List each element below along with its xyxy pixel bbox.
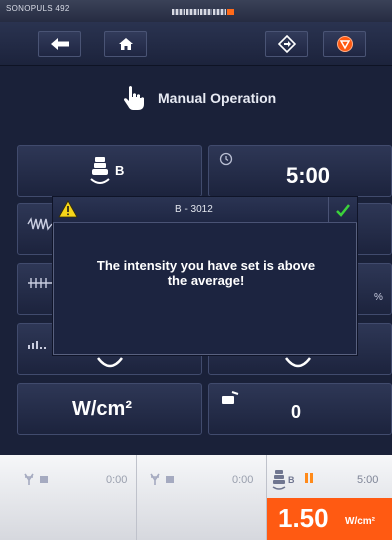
channel-3-time: 5:00 bbox=[357, 474, 379, 486]
dialog-message-line1: The intensity you have set is above bbox=[96, 258, 316, 273]
ultrasound-head-icon bbox=[272, 470, 286, 490]
channel-2-time: 0:00 bbox=[232, 474, 254, 486]
back-arrow-icon bbox=[50, 38, 69, 50]
dialog-message-line2: the average! bbox=[167, 273, 245, 288]
channel-1-time: 0:00 bbox=[106, 474, 128, 486]
page-title: Manual Operation bbox=[158, 90, 277, 106]
hand-pointer-icon bbox=[124, 86, 144, 110]
intensity-value: 1.50 bbox=[278, 503, 329, 533]
navigate-button[interactable] bbox=[265, 31, 308, 57]
stop-icon bbox=[336, 36, 353, 52]
home-button[interactable] bbox=[104, 31, 147, 57]
waveform-icon bbox=[27, 217, 53, 231]
ultrasound-head-icon bbox=[90, 157, 110, 184]
session-progress bbox=[172, 9, 234, 15]
channel-1[interactable] bbox=[0, 455, 137, 540]
dialog-code: B - 3012 bbox=[175, 204, 213, 215]
clock-icon bbox=[219, 152, 233, 166]
rf-channel-icon bbox=[150, 473, 174, 485]
back-button[interactable] bbox=[38, 31, 81, 57]
confirm-button[interactable] bbox=[328, 197, 357, 223]
stop-button[interactable] bbox=[323, 31, 366, 57]
check-icon bbox=[336, 204, 350, 217]
treatment-head-icon bbox=[222, 391, 239, 404]
channel-2[interactable] bbox=[137, 455, 267, 540]
dial-icon bbox=[285, 357, 311, 368]
channel-3-head: B bbox=[288, 475, 295, 485]
device-name: SONOPULS 492 bbox=[6, 4, 70, 13]
percent-symbol: % bbox=[374, 292, 383, 303]
pulse-icon bbox=[28, 278, 52, 288]
pause-icon bbox=[305, 473, 313, 483]
intensity-unit: W/cm² bbox=[345, 516, 375, 527]
warning-icon bbox=[58, 200, 78, 218]
rf-channel-icon bbox=[24, 473, 48, 485]
home-icon bbox=[118, 38, 133, 50]
navigate-icon bbox=[277, 35, 296, 53]
dialog-message: The intensity you have set is above the … bbox=[60, 258, 352, 288]
dial-icon bbox=[97, 357, 123, 368]
timer-value: 5:00 bbox=[286, 163, 331, 188]
intensity-bars-icon bbox=[28, 341, 46, 349]
counter-value: 0 bbox=[291, 402, 302, 422]
applicator-head-label: B bbox=[115, 163, 125, 178]
unit-label: W/cm² bbox=[72, 398, 132, 420]
